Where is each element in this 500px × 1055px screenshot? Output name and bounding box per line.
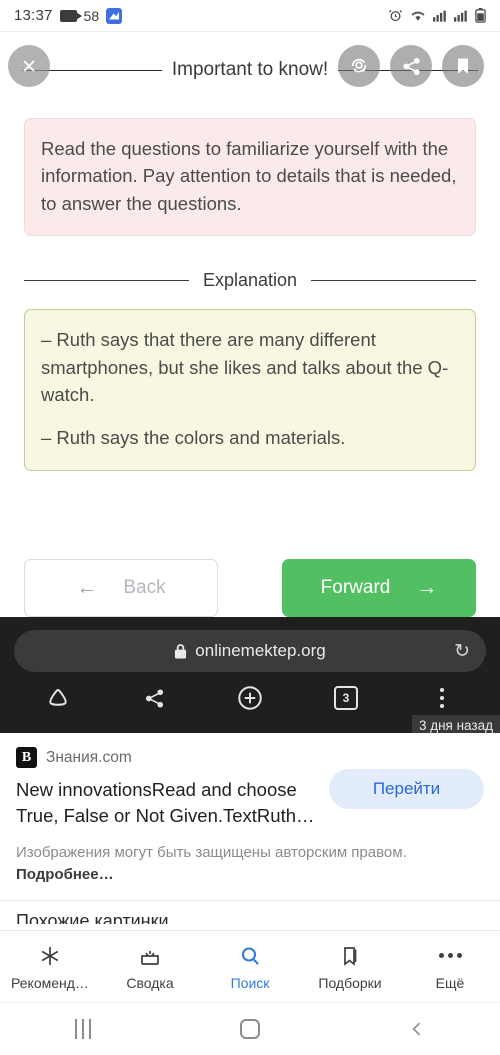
arrow-right-icon: → xyxy=(416,576,438,600)
asterisk-icon xyxy=(38,943,62,969)
source-logo-icon: В xyxy=(16,747,37,768)
page-content: Read the questions to familiarize yourse… xyxy=(0,118,500,617)
nav-label: Подборки xyxy=(318,974,382,991)
explanation-box: – Ruth says that there are many differen… xyxy=(24,309,476,471)
back-button[interactable] xyxy=(382,1009,452,1049)
lock-icon xyxy=(174,643,187,659)
back-icon xyxy=(412,1022,420,1036)
nav-item-more[interactable]: Ещё xyxy=(401,943,499,991)
home-button[interactable] xyxy=(215,1009,285,1049)
browser-share-button[interactable] xyxy=(127,678,181,718)
back-button-label: Back xyxy=(123,576,166,598)
recents-icon xyxy=(75,1019,92,1039)
result-inner: В Знания.com New innovationsRead and cho… xyxy=(0,733,500,828)
cleaner-icon xyxy=(106,7,123,24)
result-title[interactable]: New innovationsRead and choose True, Fal… xyxy=(16,777,326,828)
app-bottom-nav: Рекоменд… Сводка Поиск Подборки Ещё xyxy=(0,930,500,1002)
home-icon xyxy=(239,1019,260,1039)
overflow-menu-button[interactable] xyxy=(415,678,469,718)
wifi-icon xyxy=(410,9,426,22)
signal-icon xyxy=(454,9,468,22)
nav-label: Рекоменд… xyxy=(11,974,89,991)
navigation-buttons: ← Back Forward → xyxy=(24,558,476,617)
reload-icon[interactable]: ↻ xyxy=(454,640,470,663)
nav-item-recommendations[interactable]: Рекоменд… xyxy=(1,943,99,991)
close-icon xyxy=(23,60,35,72)
explanation-label: Explanation xyxy=(202,270,298,291)
explanation-line: – Ruth says the colors and materials. xyxy=(41,427,346,449)
recents-button[interactable] xyxy=(48,1009,118,1049)
share-button[interactable] xyxy=(390,45,432,87)
copyright-more-link[interactable]: Подробнее… xyxy=(16,866,114,883)
share-icon xyxy=(145,688,163,708)
browser-chrome: onlinemektep.org ↻ 3 3 дня назад xyxy=(0,617,500,736)
arrow-left-icon: ← xyxy=(76,576,98,600)
home-icon xyxy=(49,688,67,706)
new-tab-icon xyxy=(238,686,262,710)
notification-count: 58 xyxy=(83,7,100,24)
copyright-text: Изображения могут быть защищены авторски… xyxy=(16,844,407,862)
search-icon xyxy=(238,943,262,969)
url-text: onlinemektep.org xyxy=(195,641,326,660)
similar-images-heading: Похожие картинки xyxy=(0,899,500,924)
new-tab-button[interactable] xyxy=(223,678,277,718)
goto-button[interactable]: Перейти xyxy=(329,769,484,809)
google-lens-icon xyxy=(351,58,367,73)
copyright-notice: Изображения могут быть защищены авторски… xyxy=(0,828,500,886)
divider-rule-right xyxy=(311,280,477,282)
forward-button[interactable]: Forward → xyxy=(282,558,476,617)
explanation-divider: Explanation xyxy=(24,270,477,291)
source-name: Знания.com xyxy=(46,748,132,766)
explanation-line: – Ruth says that there are many differen… xyxy=(41,329,449,405)
nav-label: Сводка xyxy=(126,974,174,991)
search-result-card[interactable]: В Знания.com New innovationsRead and cho… xyxy=(0,733,500,924)
google-lens-button[interactable] xyxy=(338,45,380,87)
summary-icon xyxy=(138,943,162,969)
battery-icon xyxy=(475,8,486,23)
nav-item-search[interactable]: Поиск xyxy=(201,943,299,991)
alarm-icon xyxy=(388,8,403,23)
share-icon xyxy=(402,57,420,75)
status-bar-left: 13:37 58 xyxy=(14,7,123,24)
status-bar-right xyxy=(388,8,486,23)
page-title: Important to know! xyxy=(161,57,339,83)
tab-count: 3 xyxy=(334,686,358,710)
instruction-text: Read the questions to familiarize yourse… xyxy=(41,138,457,214)
phone-screen: 13:37 58 Important to know! Read the que… xyxy=(0,0,500,1055)
nav-label: Ещё xyxy=(435,974,465,991)
url-bar[interactable]: onlinemektep.org ↻ xyxy=(14,630,486,672)
tab-switcher-button[interactable]: 3 xyxy=(319,678,373,718)
forward-button-label: Forward xyxy=(320,576,391,598)
instruction-alert: Read the questions to familiarize yourse… xyxy=(24,118,476,237)
nav-label: Поиск xyxy=(230,974,270,991)
close-button[interactable] xyxy=(8,45,50,87)
result-source-row: В Знания.com xyxy=(16,747,484,768)
nav-item-collections[interactable]: Подборки xyxy=(301,943,399,991)
back-button[interactable]: ← Back xyxy=(24,558,218,617)
divider-rule-left xyxy=(24,280,189,282)
status-bar: 13:37 58 xyxy=(0,0,500,32)
bookmark-button[interactable] xyxy=(442,45,484,87)
system-navigation-bar xyxy=(0,1002,500,1055)
bookmark-icon xyxy=(458,58,468,74)
home-button[interactable] xyxy=(31,678,85,718)
more-icon xyxy=(438,943,462,969)
signal-icon xyxy=(433,9,447,22)
nav-item-summary[interactable]: Сводка xyxy=(101,943,199,991)
collections-icon xyxy=(338,943,362,969)
status-bar-clock: 13:37 xyxy=(14,7,53,24)
overflow-menu-icon xyxy=(440,688,444,708)
video-recording-icon xyxy=(59,9,82,22)
